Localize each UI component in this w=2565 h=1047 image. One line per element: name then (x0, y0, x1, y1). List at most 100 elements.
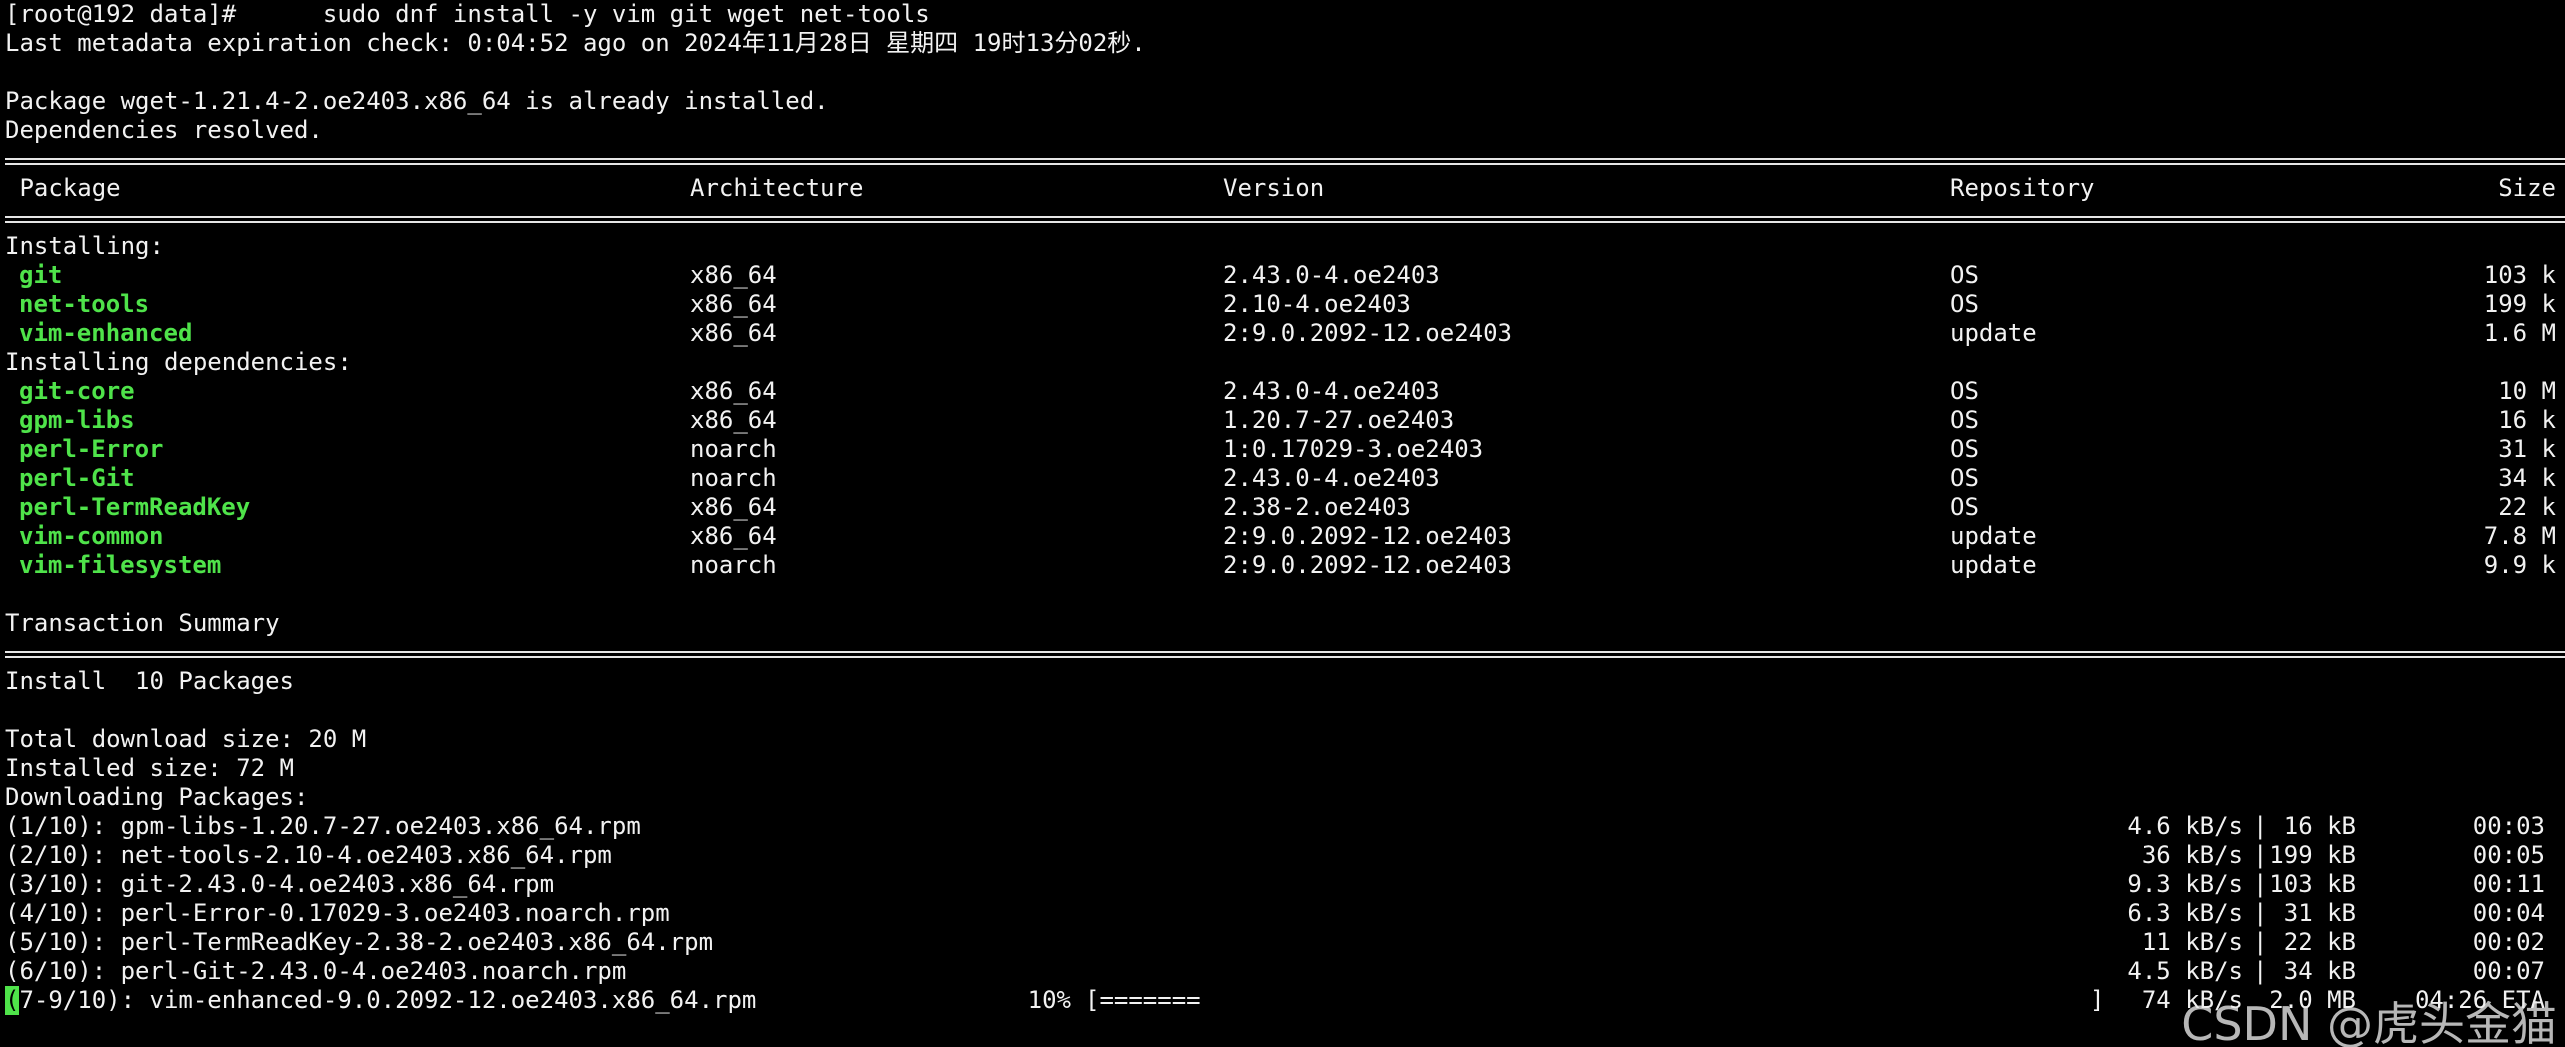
download-row: (4/10): perl-Error-0.17029-3.oe2403.noar… (0, 899, 2565, 928)
download-row: (6/10): perl-Git-2.43.0-4.oe2403.noarch.… (0, 957, 2565, 986)
install-count-text: Install 10 Packages (5, 667, 294, 695)
table-row: perl-TermReadKey x86_64 2.38-2.oe2403 OS 22 … (0, 493, 2565, 522)
already-installed-line: Package wget-1.21.4-2.oe2403.x86_64 is a… (0, 87, 2565, 116)
table-header-row: Package Architecture Version Repository … (0, 174, 2565, 203)
installed-size-text: Installed size: 72 M (5, 754, 294, 782)
package-version: 2.43.0-4.oe2403 (1223, 377, 1440, 405)
package-size: 7.8 M (2483, 522, 2556, 550)
metadata-text: Last metadata expiration check: 0:04:52 … (5, 29, 1146, 57)
installing-label: Installing: (5, 232, 164, 260)
package-repository: update (1950, 522, 2037, 550)
download-size: 34 kB (2269, 957, 2356, 985)
double-rule (5, 216, 2565, 223)
download-file: (4/10): perl-Error-0.17029-3.oe2403.noar… (5, 899, 670, 927)
header-version: Version (1223, 174, 1325, 202)
download-file: (3/10): git-2.43.0-4.oe2403.x86_64.rpm (5, 870, 555, 898)
download-size: 103 kB (2269, 870, 2356, 898)
package-architecture: x86_64 (690, 522, 777, 550)
table-row: git x86_64 2.43.0-4.oe2403 OS 103 k (0, 261, 2565, 290)
transaction-summary-title: Transaction Summary (5, 609, 280, 637)
package-size: 31 k (2498, 435, 2556, 463)
column-divider: | (2253, 899, 2268, 927)
table-row: perl-Git noarch 2.43.0-4.oe2403 OS 34 k (0, 464, 2565, 493)
package-size: 22 k (2498, 493, 2556, 521)
download-speed: 36 kB/s (2141, 841, 2243, 869)
separator-line (0, 638, 2565, 667)
package-repository: OS (1950, 261, 1979, 289)
already-installed-text: Package wget-1.21.4-2.oe2403.x86_64 is a… (5, 87, 829, 115)
header-size: Size (2498, 174, 2556, 202)
terminal-cursor: ( (5, 986, 20, 1015)
package-architecture: x86_64 (690, 493, 777, 521)
command-line: [root@192 data]# sudo dnf install -y vim… (0, 0, 2565, 29)
table-row: net-tools x86_64 2.10-4.oe2403 OS 199 k (0, 290, 2565, 319)
package-version: 2.10-4.oe2403 (1223, 290, 1411, 318)
package-architecture: x86_64 (690, 406, 777, 434)
terminal-window[interactable]: [root@192 data]# sudo dnf install -y vim… (0, 0, 2565, 1047)
download-row: (3/10): git-2.43.0-4.oe2403.x86_64.rpm 9.… (0, 870, 2565, 899)
package-size: 34 k (2498, 464, 2556, 492)
download-time: 00:11 (2472, 870, 2545, 898)
package-version: 1:0.17029-3.oe2403 (1223, 435, 1484, 463)
package-architecture: x86_64 (690, 261, 777, 289)
download-speed: 4.5 kB/s (2127, 957, 2243, 985)
package-version: 2:9.0.2092-12.oe2403 (1223, 522, 1512, 550)
package-architecture: noarch (690, 464, 777, 492)
download-time: 00:07 (2472, 957, 2545, 985)
header-package: Package (5, 174, 121, 202)
package-name: gpm-libs (19, 406, 135, 434)
package-repository: update (1950, 551, 2037, 579)
package-repository: OS (1950, 290, 1979, 318)
download-speed: 11 kB/s (2141, 928, 2243, 956)
dependencies-label: Installing dependencies: (5, 348, 352, 376)
package-size: 199 k (2483, 290, 2556, 318)
package-version: 2:9.0.2092-12.oe2403 (1223, 551, 1512, 579)
package-version: 2.43.0-4.oe2403 (1223, 464, 1440, 492)
download-row: (1/10): gpm-libs-1.20.7-27.oe2403.x86_64… (0, 812, 2565, 841)
header-architecture: Architecture (690, 174, 864, 202)
package-repository: OS (1950, 435, 1979, 463)
command-prompt-text: [root@192 data]# sudo dnf install -y vim… (5, 0, 930, 28)
download-speed: 4.6 kB/s (2127, 812, 2243, 840)
package-repository: OS (1950, 464, 1979, 492)
installed-size-line: Installed size: 72 M (0, 754, 2565, 783)
package-size: 16 k (2498, 406, 2556, 434)
double-rule (5, 158, 2565, 165)
table-row: vim-common x86_64 2:9.0.2092-12.oe2403 upda… (0, 522, 2565, 551)
package-name: perl-Error (19, 435, 164, 463)
progress-file-text: 7-9/10): vim-enhanced-9.0.2092-12.oe2403… (19, 986, 757, 1014)
installing-rows: git x86_64 2.43.0-4.oe2403 OS 103 k net-tools… (0, 261, 2565, 348)
download-rows: (1/10): gpm-libs-1.20.7-27.oe2403.x86_64… (0, 812, 2565, 986)
dependencies-resolved-text: Dependencies resolved. (5, 116, 323, 144)
downloading-label: Downloading Packages: (5, 783, 309, 811)
package-repository: OS (1950, 377, 1979, 405)
table-row: vim-enhanced x86_64 2:9.0.2092-12.oe2403 up… (0, 319, 2565, 348)
install-count-line: Install 10 Packages (0, 667, 2565, 696)
package-name: vim-enhanced (19, 319, 193, 347)
dependency-rows: git-core x86_64 2.43.0-4.oe2403 OS 10 Mgpm-l… (0, 377, 2565, 580)
progress-bar-end: ] (2090, 986, 2105, 1014)
package-name: perl-TermReadKey (19, 493, 251, 521)
package-name: git-core (19, 377, 135, 405)
download-time: 00:02 (2472, 928, 2545, 956)
table-row: git-core x86_64 2.43.0-4.oe2403 OS 10 M (0, 377, 2565, 406)
download-size: 199 kB (2269, 841, 2356, 869)
download-speed: 9.3 kB/s (2127, 870, 2243, 898)
download-row: (5/10): perl-TermReadKey-2.38-2.oe2403.x… (0, 928, 2565, 957)
package-version: 1.20.7-27.oe2403 (1223, 406, 1455, 434)
dependencies-label-line: Installing dependencies: (0, 348, 2565, 377)
package-size: 9.9 k (2483, 551, 2556, 579)
package-name: git (19, 261, 63, 289)
downloading-label-line: Downloading Packages: (0, 783, 2565, 812)
download-time: 00:03 (2472, 812, 2545, 840)
transaction-summary-line: Transaction Summary (0, 609, 2565, 638)
package-architecture: x86_64 (690, 290, 777, 318)
package-size: 103 k (2483, 261, 2556, 289)
download-file: (5/10): perl-TermReadKey-2.38-2.oe2403.x… (5, 928, 714, 956)
download-file: (6/10): perl-Git-2.43.0-4.oe2403.noarch.… (5, 957, 627, 985)
separator-line (0, 145, 2565, 174)
package-architecture: noarch (690, 551, 777, 579)
download-row: (2/10): net-tools-2.10-4.oe2403.x86_64.r… (0, 841, 2565, 870)
column-divider: | (2253, 957, 2268, 985)
package-architecture: x86_64 (690, 319, 777, 347)
